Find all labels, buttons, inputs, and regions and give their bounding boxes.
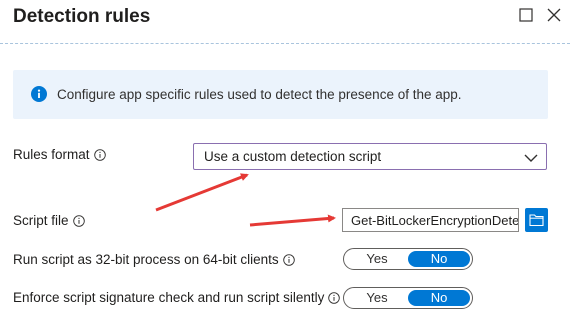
script-file-label-row: Script file bbox=[13, 213, 85, 228]
browse-file-button[interactable] bbox=[525, 208, 548, 232]
run-32bit-yes-option[interactable]: Yes bbox=[346, 251, 408, 267]
panel-header: Detection rules bbox=[0, 0, 570, 40]
run-32bit-toggle: Yes No bbox=[343, 248, 473, 270]
chevron-down-icon bbox=[524, 151, 538, 163]
run-32bit-label: Run script as 32-bit process on 64-bit c… bbox=[13, 252, 279, 267]
maximize-icon[interactable] bbox=[517, 6, 535, 24]
info-icon[interactable] bbox=[93, 148, 106, 161]
panel-title: Detection rules bbox=[13, 6, 151, 27]
signature-check-yes-option[interactable]: Yes bbox=[346, 290, 408, 306]
rules-format-value: Use a custom detection script bbox=[204, 149, 382, 164]
folder-icon bbox=[529, 214, 544, 227]
info-icon[interactable] bbox=[328, 291, 341, 304]
header-divider bbox=[0, 43, 570, 44]
rules-format-label-row: Rules format bbox=[13, 147, 106, 162]
script-file-input[interactable]: Get-BitLockerEncryptionDetection.ps1 bbox=[342, 208, 519, 232]
signature-check-label-row: Enforce script signature check and run s… bbox=[13, 290, 341, 305]
rules-format-label: Rules format bbox=[13, 147, 90, 162]
signature-check-no-option[interactable]: No bbox=[408, 290, 470, 306]
run-32bit-no-option[interactable]: No bbox=[408, 251, 470, 267]
script-file-value: Get-BitLockerEncryptionDetection.ps1 bbox=[351, 213, 519, 228]
annotation-arrow-dropdown bbox=[155, 173, 249, 212]
info-icon bbox=[31, 86, 47, 102]
info-icon[interactable] bbox=[72, 214, 85, 227]
annotation-arrow-script-file bbox=[249, 214, 336, 227]
info-banner-text: Configure app specific rules used to det… bbox=[57, 87, 462, 102]
rules-format-dropdown[interactable]: Use a custom detection script bbox=[193, 143, 547, 170]
close-icon[interactable] bbox=[545, 6, 563, 24]
info-banner: Configure app specific rules used to det… bbox=[13, 70, 548, 119]
run-32bit-label-row: Run script as 32-bit process on 64-bit c… bbox=[13, 252, 295, 267]
script-file-label: Script file bbox=[13, 213, 69, 228]
signature-check-label: Enforce script signature check and run s… bbox=[13, 290, 325, 305]
signature-check-toggle: Yes No bbox=[343, 287, 473, 309]
info-icon[interactable] bbox=[282, 253, 295, 266]
